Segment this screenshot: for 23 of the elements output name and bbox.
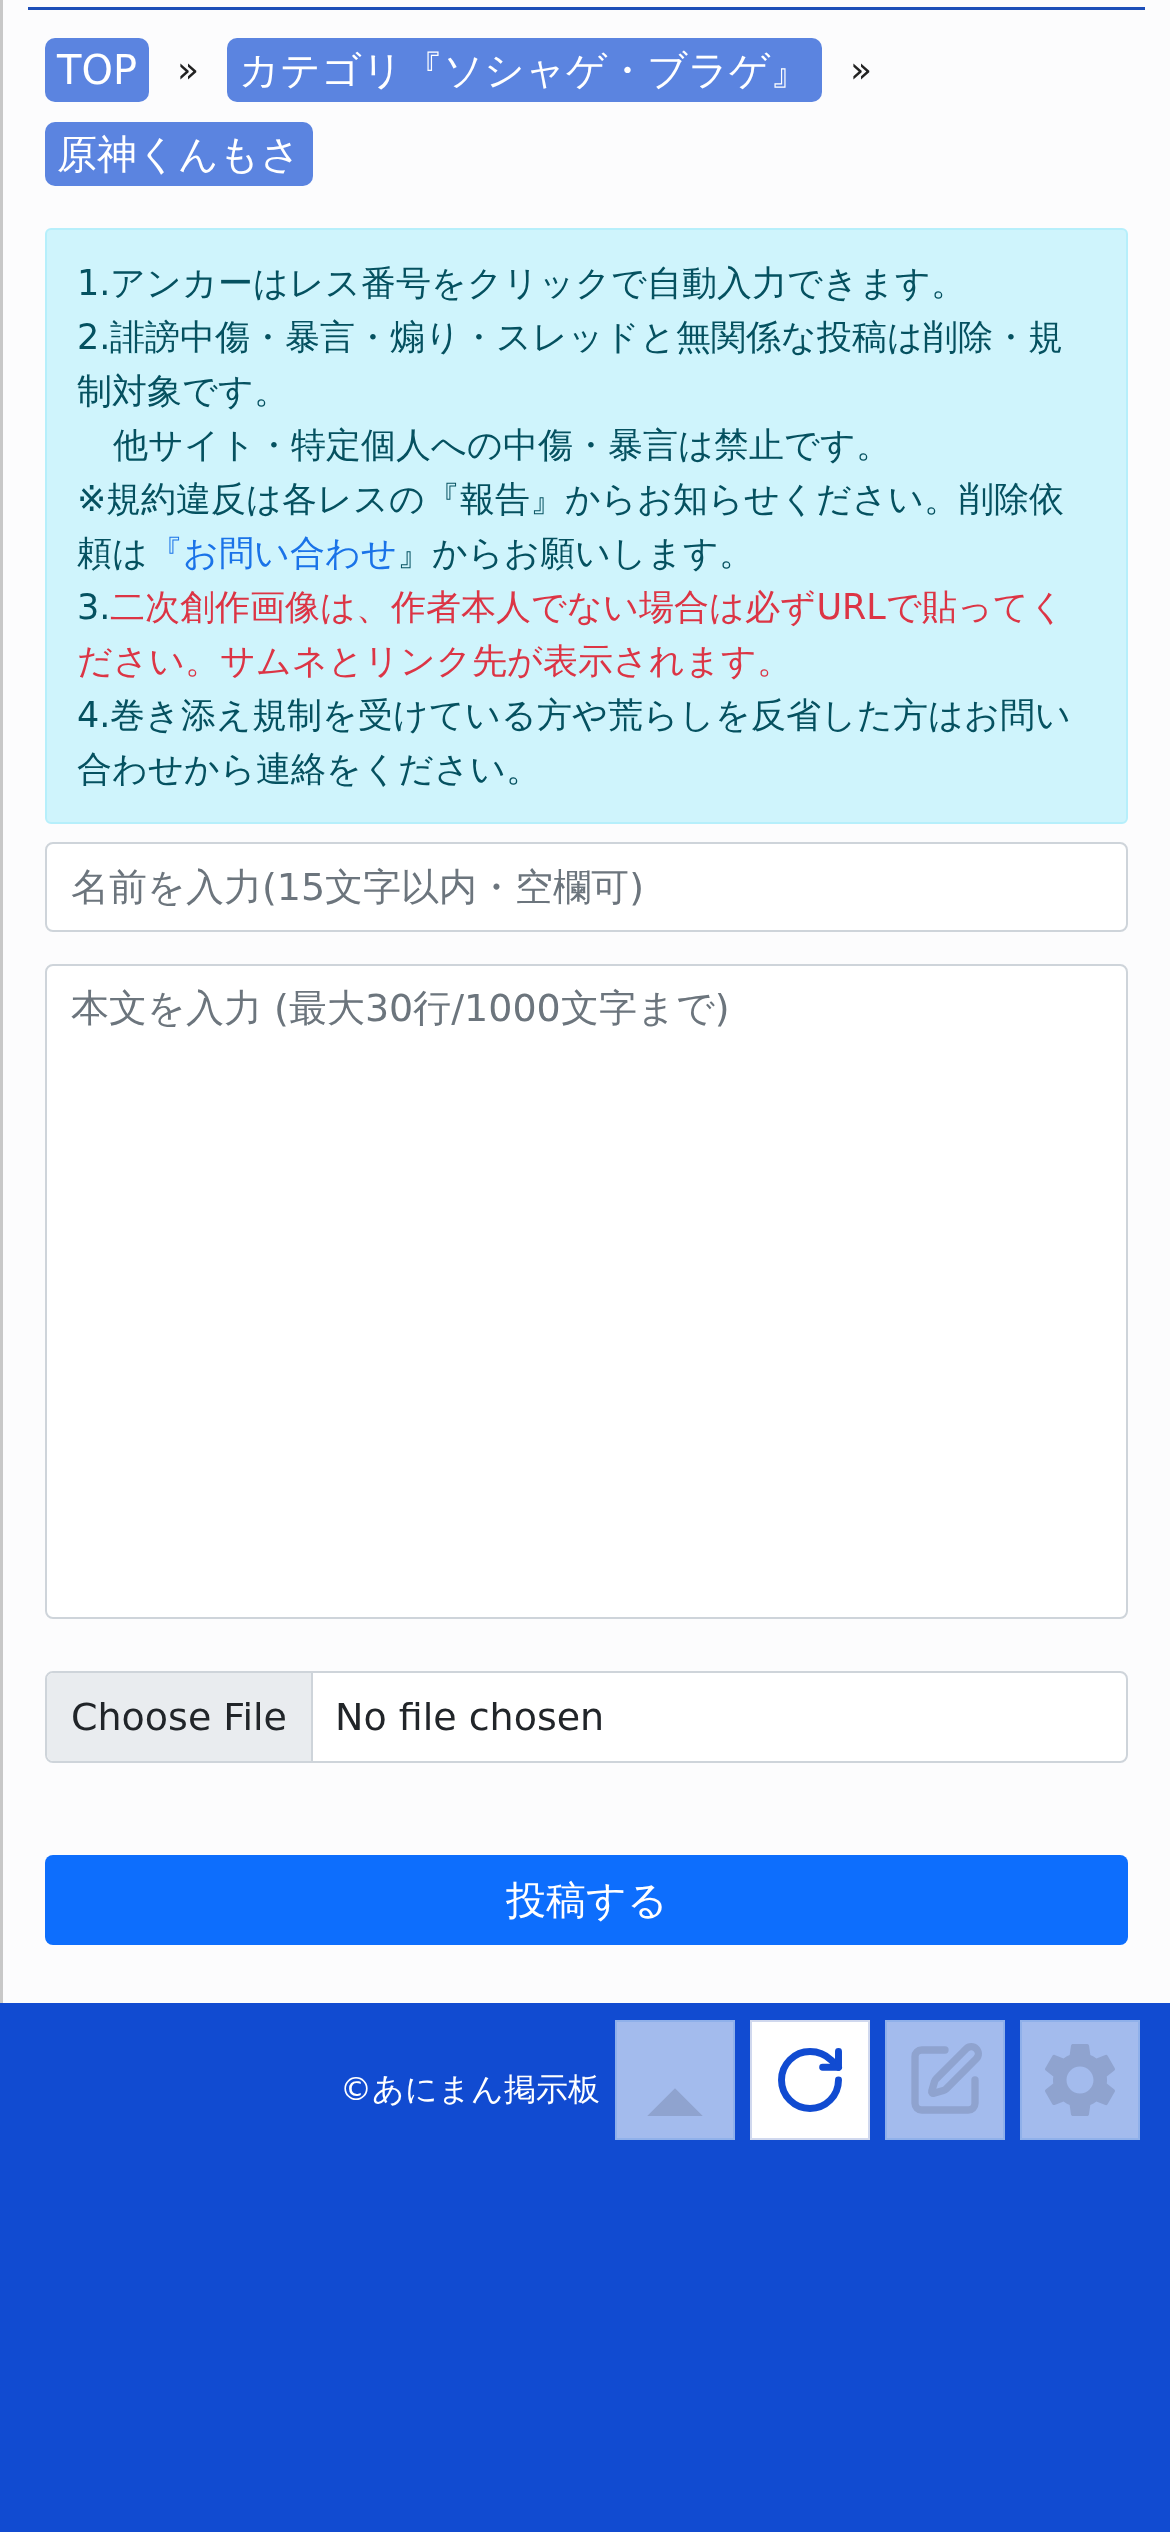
body-field[interactable]: 本文を入力 (最大30行/1000文字まで) bbox=[45, 964, 1128, 1619]
file-field[interactable]: Choose File No file chosen bbox=[45, 1671, 1128, 1763]
floating-refresh-button[interactable] bbox=[750, 2020, 870, 2140]
notice-text: 他サイト・特定個人への中傷・暴言は禁止です。 bbox=[112, 424, 892, 467]
floating-settings-button[interactable] bbox=[1020, 2020, 1140, 2140]
submit-button[interactable]: 投稿する bbox=[45, 1855, 1128, 1945]
floating-scroll-top-button[interactable] bbox=[615, 2020, 735, 2140]
floating-edit-button[interactable] bbox=[885, 2020, 1005, 2140]
name-field[interactable]: 名前を入力(15文字以内・空欄可) bbox=[45, 842, 1128, 932]
choose-file-button[interactable]: Choose File bbox=[47, 1673, 313, 1761]
notice-text: 1.アンカーはレス番号をクリックで自動入力できます。 bbox=[77, 262, 968, 305]
breadcrumb-separator: » bbox=[850, 48, 873, 92]
file-status: No file chosen bbox=[333, 1693, 606, 1741]
breadcrumb-separator: » bbox=[177, 48, 200, 92]
notice-text: 3.二次創作画像は、作者本人でない場合は必ずURLで貼ってください。サムネとリンク先が表示されます。 bbox=[77, 586, 1066, 683]
contact-link[interactable]: 『お問い合わせ bbox=[148, 533, 397, 573]
notice-text: 4.巻き添え規制を受けている方や荒らしを反省した方はお問い合わせから連絡をください。 bbox=[77, 694, 1073, 791]
breadcrumb-link[interactable]: 原神くんもさ bbox=[45, 122, 313, 186]
copyright-text: ©あにまん掲示板 bbox=[340, 2069, 600, 2110]
breadcrumb-link[interactable]: カテゴリ『ソシャゲ・ブラゲ』 bbox=[227, 38, 823, 102]
notice-text: ※規約違反は各レスの『報告』からお知らせください。削除依頼は『お問い合わせ』からお願いします。 bbox=[77, 478, 1066, 575]
breadcrumb-link[interactable]: TOP bbox=[45, 38, 150, 102]
notice-text: 2.誹謗中傷・暴言・煽り・スレッドと無関係な投稿は削除・規制対象です。 bbox=[77, 316, 1065, 413]
